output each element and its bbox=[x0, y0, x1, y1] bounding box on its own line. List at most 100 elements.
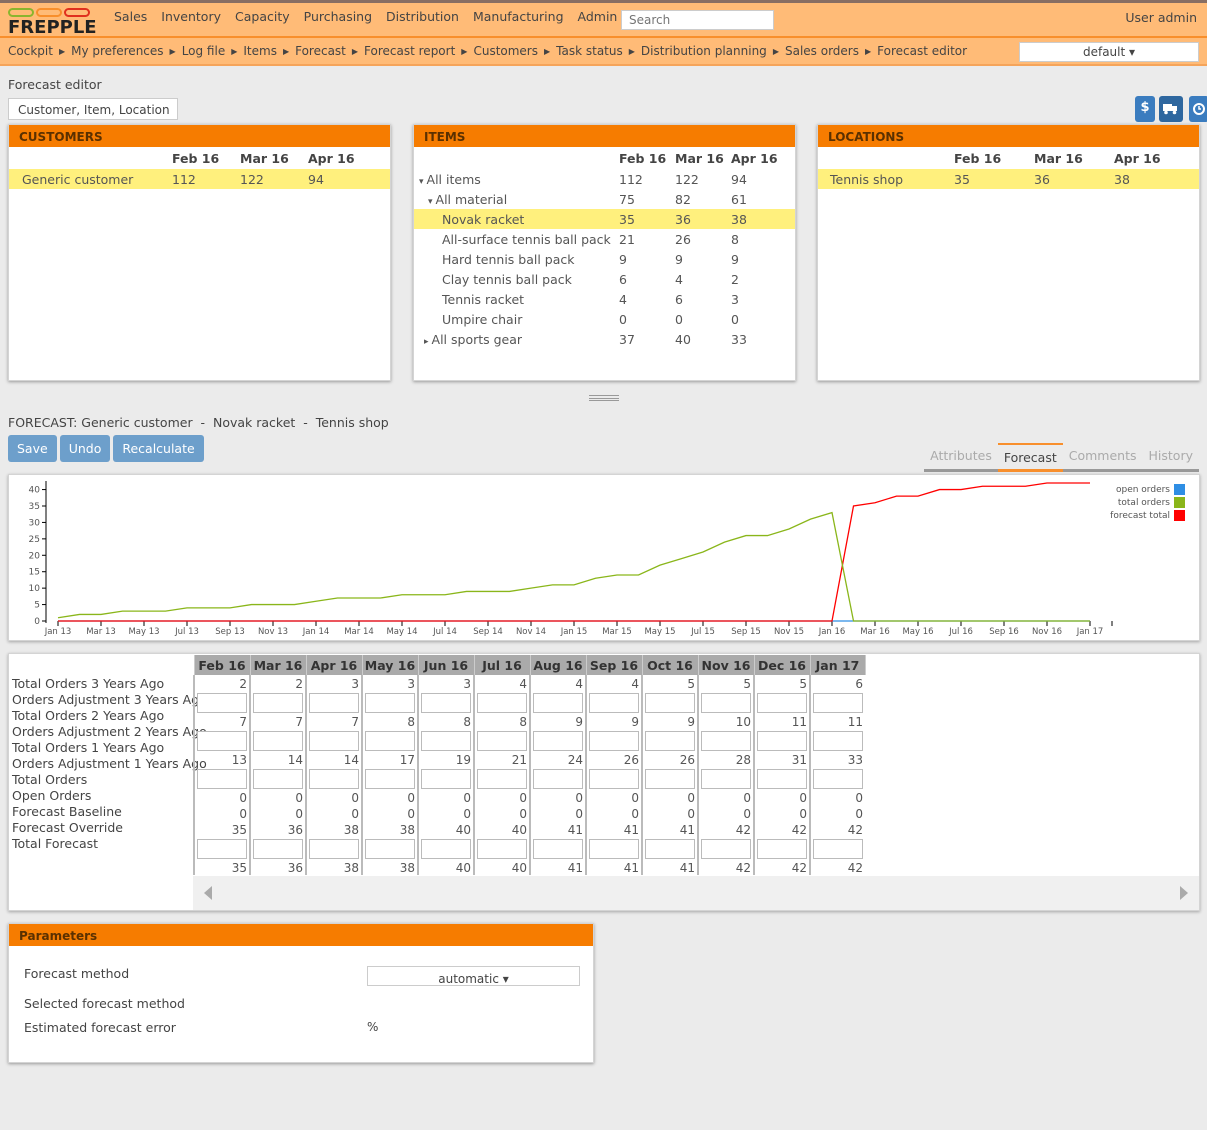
search-input[interactable] bbox=[621, 10, 774, 30]
breadcrumb-item[interactable]: Log file bbox=[182, 44, 226, 60]
grid-input[interactable] bbox=[645, 769, 695, 789]
grid-input[interactable] bbox=[197, 731, 247, 751]
grid-input[interactable] bbox=[701, 839, 751, 859]
grid-input[interactable] bbox=[253, 731, 303, 751]
tab-attributes[interactable]: Attributes bbox=[924, 443, 998, 469]
save-button[interactable]: Save bbox=[8, 435, 57, 462]
user-menu[interactable]: User admin bbox=[1125, 10, 1197, 25]
grid-input[interactable] bbox=[365, 769, 415, 789]
caret-down-icon[interactable]: ▾ bbox=[428, 197, 433, 207]
recalculate-button[interactable]: Recalculate bbox=[113, 435, 204, 462]
scroll-left-icon[interactable] bbox=[204, 886, 212, 900]
grid-input[interactable] bbox=[701, 693, 751, 713]
caret-down-icon[interactable]: ▾ bbox=[419, 177, 424, 187]
grid-input[interactable] bbox=[813, 769, 863, 789]
grid-input[interactable] bbox=[477, 731, 527, 751]
grid-input[interactable] bbox=[645, 731, 695, 751]
grid-input[interactable] bbox=[813, 731, 863, 751]
horizontal-scrollbar[interactable] bbox=[193, 876, 1199, 910]
panel-row[interactable]: All-surface tennis ball pack 21 26 8 bbox=[414, 229, 795, 249]
breadcrumb-item[interactable]: Forecast editor bbox=[877, 44, 967, 60]
grid-input[interactable] bbox=[421, 769, 471, 789]
grid-input[interactable] bbox=[253, 769, 303, 789]
menu-item-admin[interactable]: Admin bbox=[571, 9, 625, 24]
breadcrumb-item[interactable]: Forecast report bbox=[364, 44, 455, 60]
grid-input[interactable] bbox=[421, 839, 471, 859]
scroll-right-icon[interactable] bbox=[1180, 886, 1188, 900]
clock-icon[interactable] bbox=[1189, 96, 1207, 122]
grid-input[interactable] bbox=[253, 839, 303, 859]
grid-input[interactable] bbox=[813, 839, 863, 859]
menu-item-capacity[interactable]: Capacity bbox=[228, 9, 297, 24]
frepple-logo[interactable]: FREPPLE bbox=[8, 6, 97, 38]
grid-input[interactable] bbox=[365, 839, 415, 859]
grid-input[interactable] bbox=[197, 839, 247, 859]
forecast-method-select[interactable]: automatic ▾ bbox=[367, 966, 580, 986]
grid-input[interactable] bbox=[757, 693, 807, 713]
grid-input[interactable] bbox=[701, 731, 751, 751]
panel-row[interactable]: Tennis racket 4 6 3 bbox=[414, 289, 795, 309]
grid-input[interactable] bbox=[197, 693, 247, 713]
menu-item-inventory[interactable]: Inventory bbox=[154, 9, 228, 24]
hierarchy-select[interactable]: Customer, Item, Location ▾ bbox=[8, 98, 178, 139]
caret-right-icon[interactable]: ▸ bbox=[424, 337, 429, 347]
grid-input[interactable] bbox=[309, 769, 359, 789]
panel-row[interactable]: Hard tennis ball pack 9 9 9 bbox=[414, 249, 795, 269]
menu-item-manufacturing[interactable]: Manufacturing bbox=[466, 9, 571, 24]
grid-input[interactable] bbox=[533, 693, 583, 713]
menu-item-distribution[interactable]: Distribution bbox=[379, 9, 466, 24]
grid-input[interactable] bbox=[533, 769, 583, 789]
breadcrumb-item[interactable]: Forecast bbox=[295, 44, 346, 60]
grid-input[interactable] bbox=[197, 769, 247, 789]
menu-item-sales[interactable]: Sales bbox=[107, 9, 154, 24]
grid-input[interactable] bbox=[421, 731, 471, 751]
breadcrumb-item[interactable]: Cockpit bbox=[8, 44, 53, 60]
grid-input[interactable] bbox=[477, 839, 527, 859]
grid-input[interactable] bbox=[421, 693, 471, 713]
resize-handle[interactable] bbox=[589, 395, 619, 401]
grid-input[interactable] bbox=[813, 693, 863, 713]
dollar-icon[interactable]: $ bbox=[1135, 96, 1155, 122]
grid-input[interactable] bbox=[477, 693, 527, 713]
panel-row[interactable]: ▾ All material 75 82 61 bbox=[414, 189, 795, 209]
panel-row[interactable]: Tennis shop 35 36 38 bbox=[818, 169, 1199, 189]
panel-row[interactable]: ▸ All sports gear 37 40 33 bbox=[414, 329, 795, 349]
panel-row[interactable]: Generic customer 112 122 94 bbox=[9, 169, 390, 189]
scenario-select[interactable]: default ▾ bbox=[1019, 42, 1199, 62]
grid-input[interactable] bbox=[645, 839, 695, 859]
breadcrumb-item[interactable]: Customers bbox=[473, 44, 538, 60]
tab-history[interactable]: History bbox=[1143, 443, 1199, 469]
grid-input[interactable] bbox=[533, 839, 583, 859]
tab-forecast[interactable]: Forecast bbox=[997, 443, 1063, 472]
panel-row[interactable]: Clay tennis ball pack 6 4 2 bbox=[414, 269, 795, 289]
truck-icon[interactable] bbox=[1159, 96, 1183, 122]
panel-row[interactable]: Umpire chair 0 0 0 bbox=[414, 309, 795, 329]
grid-input[interactable] bbox=[589, 693, 639, 713]
menu-item-purchasing[interactable]: Purchasing bbox=[297, 9, 379, 24]
grid-input[interactable] bbox=[309, 731, 359, 751]
grid-input[interactable] bbox=[589, 731, 639, 751]
breadcrumb-item[interactable]: Sales orders bbox=[785, 44, 859, 60]
breadcrumb-item[interactable]: My preferences bbox=[71, 44, 163, 60]
breadcrumb-item[interactable]: Distribution planning bbox=[641, 44, 767, 60]
grid-input[interactable] bbox=[757, 731, 807, 751]
grid-input[interactable] bbox=[589, 769, 639, 789]
grid-input[interactable] bbox=[533, 731, 583, 751]
grid-input[interactable] bbox=[365, 693, 415, 713]
panel-row[interactable]: ▾ All items 112 122 94 bbox=[414, 169, 795, 189]
tab-comments[interactable]: Comments bbox=[1063, 443, 1143, 469]
grid-input[interactable] bbox=[589, 839, 639, 859]
breadcrumb-item[interactable]: Task status bbox=[556, 44, 623, 60]
grid-input[interactable] bbox=[309, 693, 359, 713]
grid-input[interactable] bbox=[701, 769, 751, 789]
panel-row[interactable]: Novak racket 35 36 38 bbox=[414, 209, 795, 229]
undo-button[interactable]: Undo bbox=[59, 435, 111, 462]
grid-input[interactable] bbox=[365, 731, 415, 751]
grid-input[interactable] bbox=[645, 693, 695, 713]
grid-input[interactable] bbox=[253, 693, 303, 713]
breadcrumb-item[interactable]: Items bbox=[243, 44, 277, 60]
grid-input[interactable] bbox=[757, 839, 807, 859]
grid-input[interactable] bbox=[757, 769, 807, 789]
grid-input[interactable] bbox=[477, 769, 527, 789]
grid-input[interactable] bbox=[309, 839, 359, 859]
